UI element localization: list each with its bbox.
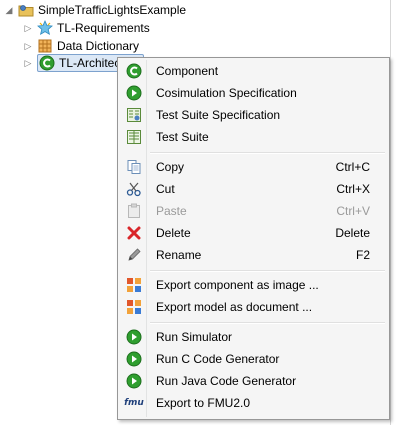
menu-item-shortcut: Delete bbox=[335, 226, 370, 240]
run-simulator-icon bbox=[126, 329, 142, 345]
export-image-icon bbox=[126, 277, 142, 293]
menu-item-component[interactable]: Component bbox=[120, 60, 385, 82]
menu-item-shortcut: Ctrl+C bbox=[335, 160, 370, 174]
tree-root-label: SimpleTrafficLightsExample bbox=[38, 3, 187, 17]
menu-item-label: Export component as image ... bbox=[156, 278, 319, 292]
menu-item-export-model-document[interactable]: Export model as document ... bbox=[120, 296, 385, 318]
menu-separator bbox=[150, 152, 385, 154]
data-dictionary-icon bbox=[37, 38, 53, 54]
expand-arrow-icon[interactable]: ▷ bbox=[23, 57, 33, 69]
menu-item-label: Rename bbox=[156, 248, 202, 262]
menu-separator bbox=[150, 270, 385, 272]
menu-item-label: Test Suite bbox=[156, 130, 209, 144]
menu-item-label: Cut bbox=[156, 182, 175, 196]
menu-item-label: Delete bbox=[156, 226, 191, 240]
menu-separator bbox=[150, 322, 385, 324]
fmu-export-icon: fmu bbox=[124, 395, 144, 411]
tree-item-requirements[interactable]: ▷ TL-Requirements bbox=[23, 19, 150, 37]
expand-arrow-icon[interactable]: ▷ bbox=[23, 40, 33, 52]
run-c-codegen-icon bbox=[126, 351, 142, 367]
tree-item-label: Data Dictionary bbox=[57, 39, 140, 53]
menu-item-rename[interactable]: Rename F2 bbox=[120, 244, 385, 266]
copy-icon bbox=[126, 159, 142, 175]
menu-item-test-suite[interactable]: Test Suite bbox=[120, 126, 385, 148]
menu-item-delete[interactable]: Delete Delete bbox=[120, 222, 385, 244]
menu-item-label: Copy bbox=[156, 160, 185, 174]
delete-icon bbox=[126, 225, 142, 241]
menu-item-test-suite-specification[interactable]: Test Suite Specification bbox=[120, 104, 385, 126]
cosimulation-icon bbox=[126, 85, 142, 101]
menu-item-label: Component bbox=[156, 64, 219, 78]
menu-item-export-component-image[interactable]: Export component as image ... bbox=[120, 274, 385, 296]
tree-item-data-dictionary[interactable]: ▷ Data Dictionary bbox=[23, 37, 140, 55]
requirements-star-icon bbox=[37, 20, 53, 36]
menu-item-label: Export to FMU2.0 bbox=[156, 396, 251, 410]
menu-item-shortcut: Ctrl+X bbox=[336, 182, 370, 196]
run-java-codegen-icon bbox=[126, 373, 142, 389]
menu-item-label: Paste bbox=[156, 204, 187, 218]
menu-item-cosimulation-specification[interactable]: Cosimulation Specification bbox=[120, 82, 385, 104]
menu-item-paste[interactable]: Paste Ctrl+V bbox=[120, 200, 385, 222]
component-architecture-icon bbox=[39, 55, 55, 71]
rename-icon bbox=[126, 247, 142, 263]
menu-item-label: Run Java Code Generator bbox=[156, 374, 297, 388]
expand-arrow-icon[interactable]: ▷ bbox=[23, 22, 33, 34]
menu-item-run-simulator[interactable]: Run Simulator bbox=[120, 326, 385, 348]
tree-root-row[interactable]: ◢ SimpleTrafficLightsExample bbox=[4, 1, 187, 19]
view-divider bbox=[390, 0, 391, 425]
test-suite-icon bbox=[126, 129, 142, 145]
export-document-icon bbox=[126, 299, 142, 315]
cut-icon bbox=[126, 181, 142, 197]
menu-item-copy[interactable]: Copy Ctrl+C bbox=[120, 156, 385, 178]
menu-item-label: Run C Code Generator bbox=[156, 352, 280, 366]
fmu-icon-text: fmu bbox=[124, 398, 144, 408]
tree-item-label: TL-Requirements bbox=[57, 21, 150, 35]
component-icon bbox=[126, 63, 142, 79]
menu-item-cut[interactable]: Cut Ctrl+X bbox=[120, 178, 385, 200]
menu-item-label: Test Suite Specification bbox=[156, 108, 281, 122]
menu-item-shortcut: F2 bbox=[355, 248, 370, 262]
menu-item-run-c-code-generator[interactable]: Run C Code Generator bbox=[120, 348, 385, 370]
menu-item-shortcut: Ctrl+V bbox=[336, 204, 370, 218]
menu-item-export-to-fmu[interactable]: fmu Export to FMU2.0 bbox=[120, 392, 385, 414]
collapse-arrow-icon[interactable]: ◢ bbox=[4, 4, 14, 16]
menu-item-label: Cosimulation Specification bbox=[156, 86, 297, 100]
paste-icon bbox=[126, 203, 142, 219]
menu-item-run-java-code-generator[interactable]: Run Java Code Generator bbox=[120, 370, 385, 392]
project-folder-icon bbox=[18, 2, 34, 18]
menu-item-label: Run Simulator bbox=[156, 330, 233, 344]
test-suite-spec-icon bbox=[126, 107, 142, 123]
context-menu: Component Cosimulation Specification Tes… bbox=[117, 57, 390, 420]
menu-item-label: Export model as document ... bbox=[156, 300, 313, 314]
